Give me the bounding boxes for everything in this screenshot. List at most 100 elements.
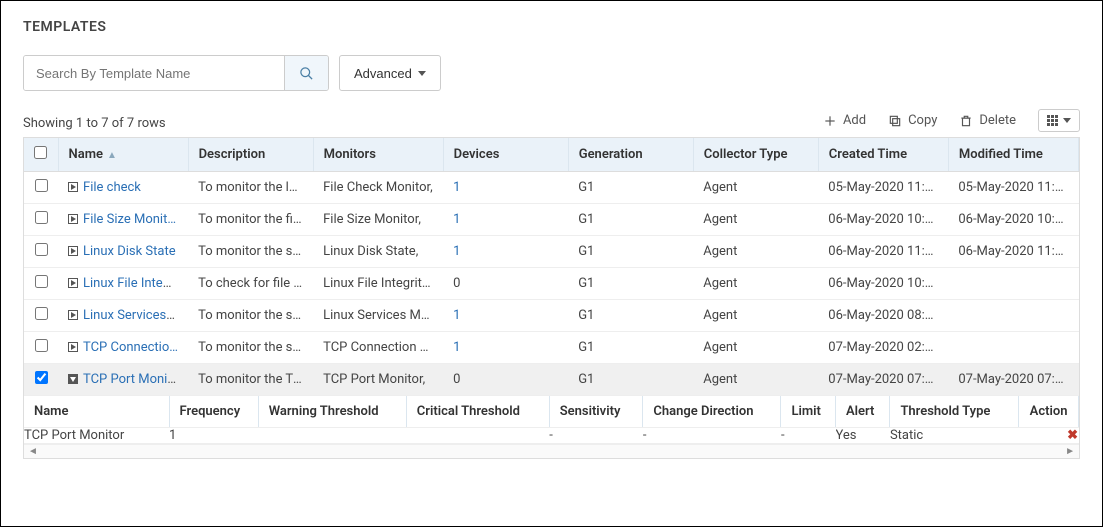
expand-icon[interactable] (68, 278, 78, 288)
detail-cell-warn (258, 428, 406, 444)
header-checkbox-cell (24, 138, 58, 172)
copy-button[interactable]: Copy (888, 113, 937, 128)
search-input[interactable] (24, 56, 284, 90)
row-description: To monitor the fil… (188, 204, 313, 236)
row-devices: 1 (443, 204, 568, 236)
header-name[interactable]: Name▲ (58, 138, 188, 172)
row-checkbox[interactable] (35, 371, 48, 384)
table-row[interactable]: Linux File Integ…To check for file …Linu… (24, 268, 1079, 300)
row-checkbox[interactable] (35, 275, 48, 288)
detail-table: NameFrequencyWarning ThresholdCritical T… (24, 396, 1079, 443)
row-checkbox[interactable] (35, 243, 48, 256)
row-devices: 0 (443, 364, 568, 396)
row-modified (948, 300, 1078, 332)
advanced-button[interactable]: Advanced (339, 55, 441, 91)
delete-label: Delete (979, 113, 1016, 128)
row-checkbox-cell (24, 236, 58, 268)
detail-header-change[interactable]: Change Direction (643, 396, 781, 428)
detail-cell-crit (406, 428, 549, 444)
detail-cell-limit: - (781, 428, 836, 444)
detail-header-alert[interactable]: Alert (836, 396, 890, 428)
row-checkbox[interactable] (35, 307, 48, 320)
row-checkbox[interactable] (35, 211, 48, 224)
row-collector: Agent (693, 268, 818, 300)
row-monitors: TCP Port Monitor, (313, 364, 443, 396)
detail-header-crit[interactable]: Critical Threshold (406, 396, 549, 428)
row-modified: 05-May-2020 11:1… (948, 172, 1078, 204)
row-devices-link[interactable]: 1 (453, 212, 460, 227)
header-created[interactable]: Created Time (818, 138, 948, 172)
toolbar: Advanced (23, 55, 1080, 91)
detail-cell-change: - (643, 428, 781, 444)
detail-header-action[interactable]: Action (1018, 396, 1078, 428)
template-link[interactable]: TCP Port Monit… (83, 372, 180, 387)
row-name-cell: File Size Monit… (58, 204, 188, 236)
row-devices-link[interactable]: 1 (453, 180, 460, 195)
expand-icon[interactable] (68, 214, 78, 224)
table-row[interactable]: Linux Disk StateTo monitor the st…Linux … (24, 236, 1079, 268)
table-row[interactable]: Linux Services …To monitor the st…Linux … (24, 300, 1079, 332)
row-description: To monitor the st… (188, 332, 313, 364)
header-collector[interactable]: Collector Type (693, 138, 818, 172)
row-checkbox-cell (24, 300, 58, 332)
header-devices[interactable]: Devices (443, 138, 568, 172)
row-generation: G1 (568, 268, 693, 300)
template-link[interactable]: TCP Connectio… (83, 340, 178, 355)
template-link[interactable]: Linux Services … (83, 308, 178, 323)
expand-icon[interactable] (68, 182, 78, 192)
row-modified (948, 268, 1078, 300)
collapse-icon[interactable] (68, 374, 78, 384)
template-link[interactable]: File Size Monit… (83, 212, 176, 227)
header-description[interactable]: Description (188, 138, 313, 172)
delete-button[interactable]: Delete (959, 113, 1016, 128)
detail-header-name[interactable]: Name (24, 396, 169, 428)
delete-row-icon[interactable]: ✖ (1067, 428, 1078, 443)
trash-icon (959, 114, 973, 128)
row-checkbox-cell (24, 364, 58, 396)
add-button[interactable]: Add (823, 113, 866, 128)
row-created: 06-May-2020 11:3… (818, 236, 948, 268)
row-checkbox[interactable] (35, 179, 48, 192)
template-link[interactable]: File check (83, 180, 141, 195)
header-generation[interactable]: Generation (568, 138, 693, 172)
detail-header-ttype[interactable]: Threshold Type (890, 396, 1018, 428)
row-checkbox[interactable] (35, 339, 48, 352)
row-collector: Agent (693, 332, 818, 364)
row-description: To monitor the la… (188, 172, 313, 204)
table-row[interactable]: File Size Monit…To monitor the fil…File … (24, 204, 1079, 236)
row-created: 06-May-2020 10:0… (818, 268, 948, 300)
row-devices-link[interactable]: 1 (453, 244, 460, 259)
detail-header-sens[interactable]: Sensitivity (549, 396, 643, 428)
template-link[interactable]: Linux Disk State (83, 244, 176, 259)
select-all-checkbox[interactable] (34, 146, 47, 159)
table-row[interactable]: File checkTo monitor the la…File Check M… (24, 172, 1079, 204)
detail-header-frequency[interactable]: Frequency (169, 396, 258, 428)
search-button[interactable] (284, 56, 328, 90)
table-row[interactable]: TCP Port Monit…To monitor the TC…TCP Por… (24, 364, 1079, 396)
row-devices-link[interactable]: 1 (453, 340, 460, 355)
expand-icon[interactable] (68, 342, 78, 352)
row-description: To monitor the st… (188, 300, 313, 332)
row-checkbox-cell (24, 268, 58, 300)
detail-header-limit[interactable]: Limit (781, 396, 836, 428)
detail-cell-ttype: Static (890, 428, 1018, 444)
expand-icon[interactable] (68, 310, 78, 320)
columns-button[interactable] (1038, 109, 1080, 132)
horizontal-scrollbar[interactable]: ◄► (24, 444, 1079, 458)
row-devices-link[interactable]: 1 (453, 308, 460, 323)
expand-icon[interactable] (68, 246, 78, 256)
row-collector: Agent (693, 364, 818, 396)
header-modified[interactable]: Modified Time (948, 138, 1078, 172)
row-created: 07-May-2020 07:4… (818, 364, 948, 396)
scroll-left-icon: ◄ (28, 446, 38, 457)
row-generation: G1 (568, 236, 693, 268)
template-link[interactable]: Linux File Integ… (83, 276, 179, 291)
header-monitors[interactable]: Monitors (313, 138, 443, 172)
detail-header-warn[interactable]: Warning Threshold (258, 396, 406, 428)
advanced-label: Advanced (354, 66, 412, 81)
plus-icon (823, 114, 837, 128)
row-generation: G1 (568, 332, 693, 364)
row-collector: Agent (693, 236, 818, 268)
table-row[interactable]: TCP Connectio…To monitor the st…TCP Conn… (24, 332, 1079, 364)
row-monitors: Linux File Integrit… (313, 268, 443, 300)
